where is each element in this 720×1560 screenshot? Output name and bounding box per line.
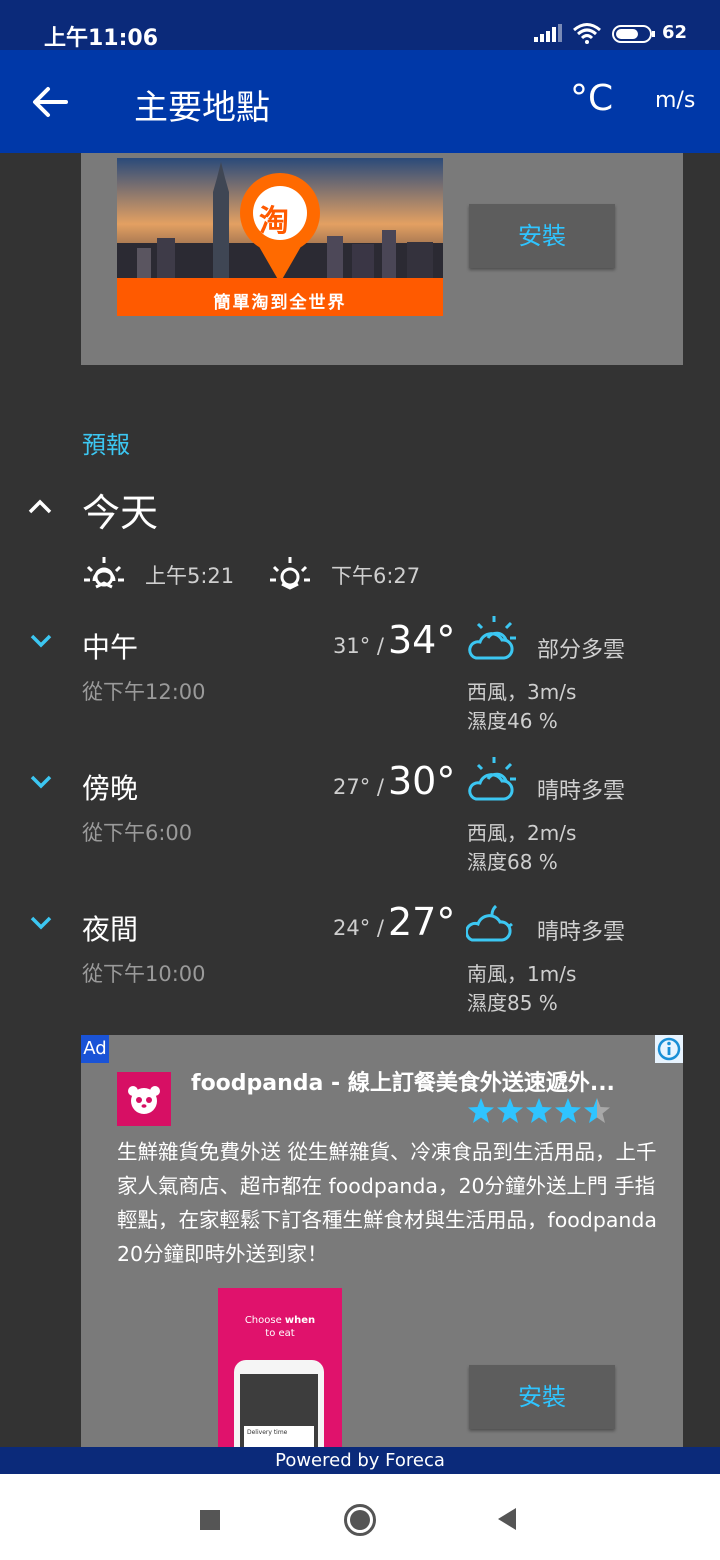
rating-stars <box>468 1098 610 1123</box>
period-name: 中午 <box>82 631 139 664</box>
partly-cloudy-sun-icon <box>468 616 516 660</box>
native-ad[interactable]: Ad foodpanda - 線上訂餐美食外送速遞外... 生鮮雜貨免費外送 從… <box>81 1035 683 1447</box>
ad-install-button[interactable]: 安裝 <box>469 1365 615 1429</box>
wifi-icon <box>573 23 601 44</box>
forecast-period-evening[interactable]: 傍晚 從下午6:00 27° / 30° 晴時多雲 西風，2m/s 濕度68 % <box>0 757 720 907</box>
battery-icon <box>612 25 655 43</box>
wind-text: 西風，3m/s <box>467 680 577 704</box>
day-title[interactable]: 今天 <box>82 482 158 537</box>
system-nav-bar <box>0 1474 720 1560</box>
ad-logo-char: 淘 <box>259 204 289 239</box>
temp-low: 27° / <box>333 775 384 799</box>
temp-low: 31° / <box>333 634 384 658</box>
cellular-signal-icon <box>534 24 562 42</box>
screenshot-caption: Choose when to eat <box>218 1314 342 1340</box>
condition-text: 部分多雲 <box>537 638 626 663</box>
ad-headline[interactable]: foodpanda - 線上訂餐美食外送速遞外... <box>191 1065 651 1097</box>
humidity-text: 濕度85 % <box>467 991 558 1015</box>
wind-unit-toggle[interactable]: m/s <box>655 88 695 113</box>
period-start: 從下午10:00 <box>82 962 206 986</box>
info-icon[interactable] <box>655 1035 683 1063</box>
humidity-text: 濕度46 % <box>467 709 558 733</box>
wind-text: 西風，2m/s <box>467 821 577 845</box>
recents-square-icon[interactable] <box>200 1510 220 1530</box>
humidity-text: 濕度68 % <box>467 850 558 874</box>
foodpanda-logo-icon[interactable] <box>117 1072 171 1126</box>
forecast-section-label: 預報 <box>82 431 130 459</box>
status-bar: 上午11:06 62 <box>0 0 720 51</box>
screenshot-caption-bold: when <box>284 1315 316 1326</box>
partly-cloudy-night-icon <box>466 904 513 942</box>
ad-badge: Ad <box>81 1035 109 1063</box>
sunrise-icon <box>84 557 124 589</box>
sunset-time: 下午6:27 <box>331 564 421 588</box>
partly-cloudy-sun-icon <box>468 757 516 801</box>
ad-image-caption: 簡單淘到全世界 <box>213 293 347 313</box>
period-name: 傍晚 <box>82 772 139 805</box>
ad-body-text: 生鮮雜貨免費外送 從生鮮雜貨、冷凍食品到生活用品，上千家人氣商店、超市都在 fo… <box>117 1140 657 1266</box>
powered-by-footer[interactable]: Powered by Foreca <box>0 1447 720 1474</box>
chevron-down-icon[interactable] <box>30 775 52 789</box>
period-start: 從下午6:00 <box>82 821 193 845</box>
screenshot-caption-part: to eat <box>265 1328 295 1339</box>
temp-high: 34° <box>388 618 456 662</box>
forecast-period-night[interactable]: 夜間 從下午10:00 24° / 27° 晴時多雲 南風，1m/s 濕度85 … <box>0 900 720 1048</box>
screenshot-caption-part: Choose <box>244 1315 285 1326</box>
status-time: 上午11:06 <box>44 26 159 51</box>
period-name: 夜間 <box>82 913 139 946</box>
condition-text: 晴時多雲 <box>537 779 626 804</box>
sunset-icon <box>270 557 310 590</box>
temp-high: 30° <box>388 759 456 803</box>
back-triangle-icon[interactable] <box>496 1507 518 1531</box>
ad-image[interactable]: 淘 簡單淘到全世界 <box>117 158 443 316</box>
back-arrow-icon[interactable] <box>30 82 70 122</box>
phone-card: Delivery time <box>244 1426 314 1447</box>
home-circle-icon[interactable] <box>343 1503 377 1537</box>
ad-app-screenshot[interactable]: Choose when to eat Delivery time <box>218 1288 342 1447</box>
sunrise-time: 上午5:21 <box>145 564 235 588</box>
forecast-period-noon[interactable]: 中午 從下午12:00 31° / 34° 部分多雲 西風，3m/s 濕度46 … <box>0 616 720 766</box>
temp-high: 27° <box>388 900 456 944</box>
temperature-unit-toggle[interactable]: °C <box>570 78 613 119</box>
ad-install-button[interactable]: 安裝 <box>469 204 615 268</box>
page-title: 主要地點 <box>134 88 270 128</box>
banner-ad[interactable]: 淘 簡單淘到全世界 安裝 <box>81 153 683 365</box>
app-bar: 主要地點 °C m/s <box>0 50 720 153</box>
battery-percent: 62 <box>662 22 688 43</box>
chevron-down-icon[interactable] <box>30 916 52 930</box>
temp-low: 24° / <box>333 916 384 940</box>
wind-text: 南風，1m/s <box>467 962 577 986</box>
condition-text: 晴時多雲 <box>537 920 626 945</box>
period-start: 從下午12:00 <box>82 680 206 704</box>
chevron-down-icon[interactable] <box>30 634 52 648</box>
chevron-up-icon[interactable] <box>28 497 52 515</box>
